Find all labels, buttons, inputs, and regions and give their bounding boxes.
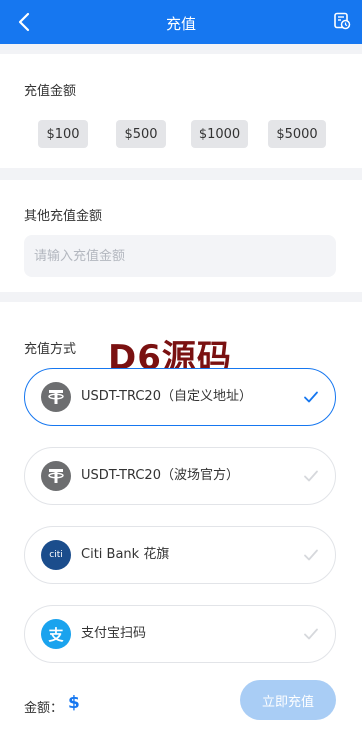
payment-method-label: 充值方式 bbox=[24, 342, 77, 357]
alipay-icon: 支 bbox=[41, 619, 71, 649]
total-label: 金额： bbox=[24, 701, 64, 716]
amount-chip-1000[interactable]: $1000 bbox=[191, 120, 248, 148]
citi-bank-icon: citi bbox=[41, 540, 71, 570]
recharge-record-button[interactable] bbox=[330, 9, 354, 33]
payment-option-usdt-tron[interactable]: USDT-TRC20（波场官方） bbox=[24, 447, 336, 505]
other-amount-label: 其他充值金额 bbox=[24, 209, 103, 224]
top-bar: 充值 bbox=[0, 0, 362, 44]
payment-option-label: Citi Bank 花旗 bbox=[81, 547, 170, 562]
amount-card bbox=[0, 54, 362, 168]
payment-option-label: USDT-TRC20（自定义地址） bbox=[81, 389, 252, 404]
amount-chip-5000[interactable]: $5000 bbox=[268, 120, 326, 148]
payment-option-citi-bank[interactable]: citi Citi Bank 花旗 bbox=[24, 526, 336, 584]
amount-chip-500[interactable]: $500 bbox=[116, 120, 166, 148]
tether-icon bbox=[41, 382, 71, 412]
recharge-record-icon bbox=[334, 12, 351, 30]
total-value: $ bbox=[68, 693, 80, 713]
check-icon bbox=[304, 628, 318, 640]
page-title: 充值 bbox=[165, 15, 196, 33]
payment-option-label: USDT-TRC20（波场官方） bbox=[81, 468, 239, 483]
submit-recharge-button[interactable]: 立即充值 bbox=[240, 680, 336, 720]
payment-option-usdt-custom[interactable]: USDT-TRC20（自定义地址） bbox=[24, 368, 336, 426]
amount-section-label: 充值金额 bbox=[24, 84, 77, 99]
check-icon bbox=[304, 549, 318, 561]
amount-chip-100[interactable]: $100 bbox=[38, 120, 88, 148]
amount-input[interactable] bbox=[24, 235, 336, 277]
payment-option-label: 支付宝扫码 bbox=[81, 626, 147, 641]
tether-icon bbox=[41, 461, 71, 491]
payment-option-alipay[interactable]: 支 支付宝扫码 bbox=[24, 605, 336, 663]
check-icon bbox=[304, 391, 318, 403]
check-icon bbox=[304, 470, 318, 482]
